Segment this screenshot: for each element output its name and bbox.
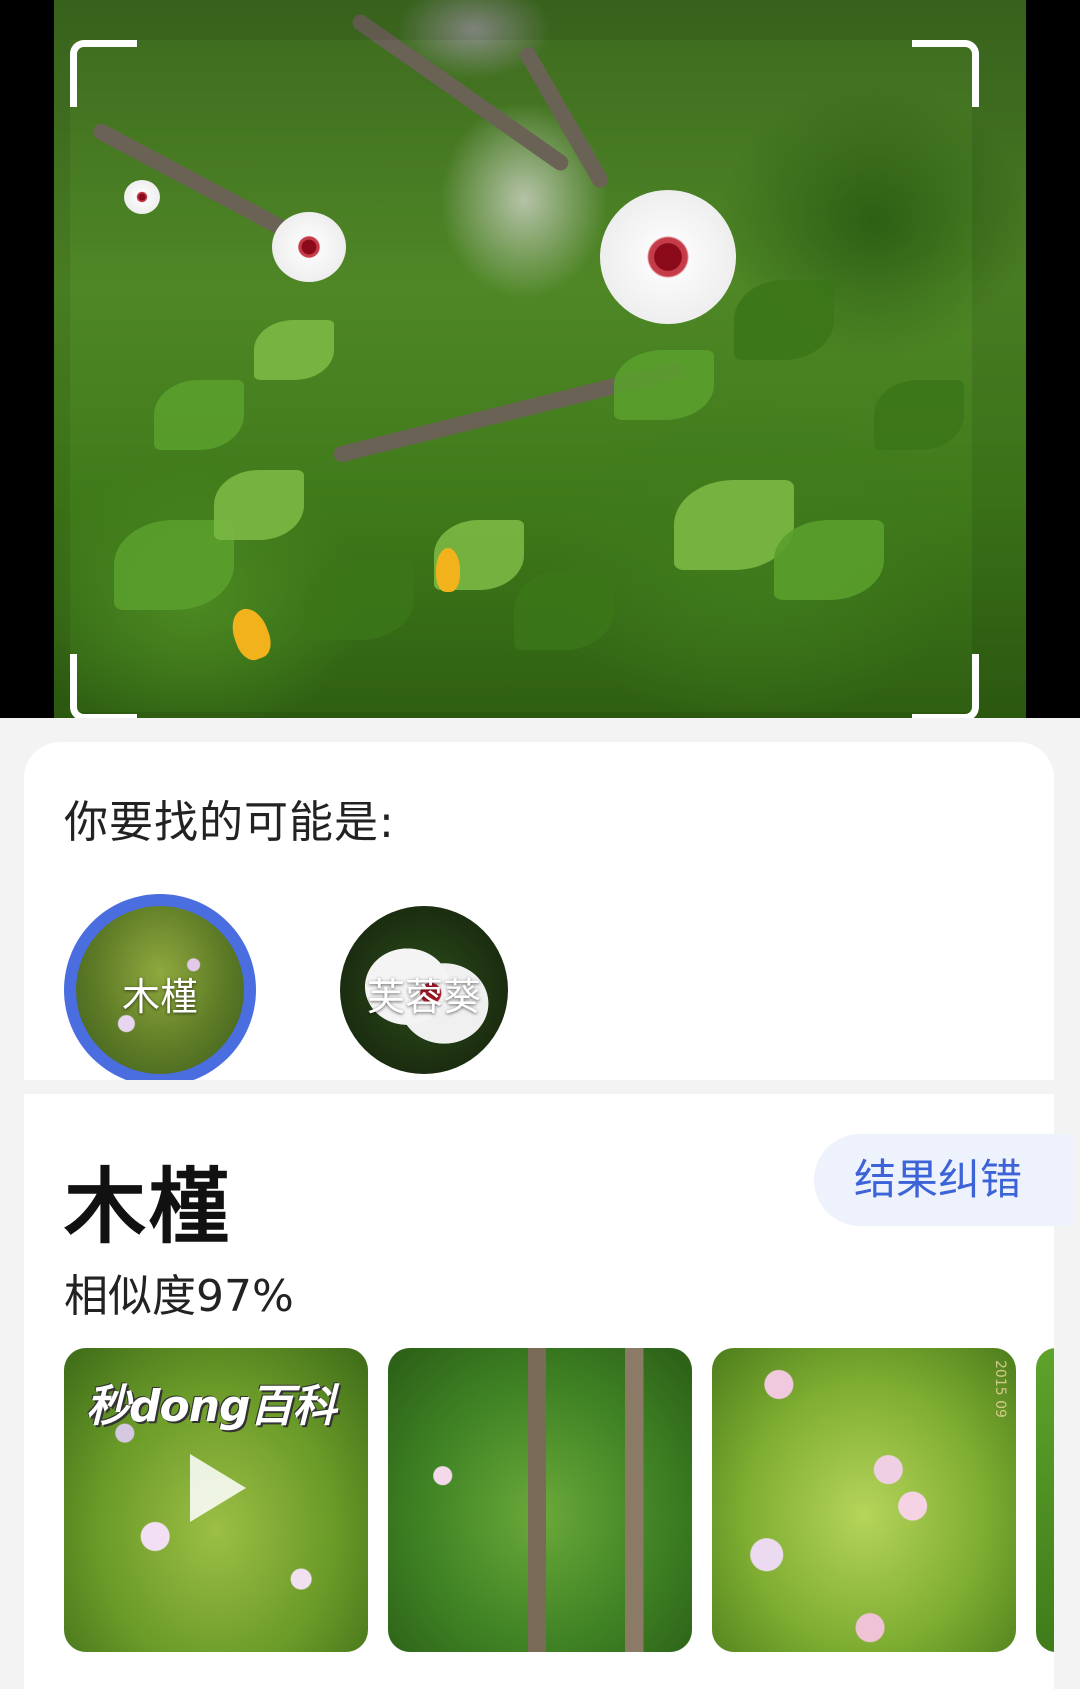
result-sheet: 你要找的可能是: 木槿 芙蓉葵 木槿 结果纠错 相似度97% 秒dong百科 2… <box>24 742 1074 1689</box>
reference-video-thumb[interactable]: 秒dong百科 <box>64 1348 368 1652</box>
scan-corner-bottom-right <box>912 654 979 718</box>
reference-image-thumb[interactable] <box>388 1348 692 1652</box>
correct-result-button[interactable]: 结果纠错 <box>814 1134 1074 1226</box>
camera-preview[interactable] <box>0 0 1080 718</box>
result-prompt: 你要找的可能是: <box>64 797 395 848</box>
candidate-furongkui[interactable]: 芙蓉葵 <box>340 906 508 1074</box>
section-divider <box>24 1080 1054 1094</box>
scan-corner-top-right <box>912 40 979 107</box>
play-icon[interactable] <box>190 1454 246 1522</box>
scan-frame <box>70 40 972 712</box>
date-stamp: 2015 09 <box>992 1360 1008 1418</box>
scan-corner-bottom-left <box>70 654 137 718</box>
candidate-label: 芙蓉葵 <box>366 975 481 1019</box>
scan-corner-top-left <box>70 40 137 107</box>
candidate-label: 木槿 <box>121 975 198 1019</box>
reference-image-thumb[interactable]: 2015 09 <box>712 1348 1016 1652</box>
similarity-score: 相似度97% <box>64 1271 294 1322</box>
candidate-mujin[interactable]: 木槿 <box>76 906 244 1074</box>
species-name: 木槿 <box>64 1160 233 1255</box>
video-brand-logo: 秒dong百科 <box>86 1381 337 1432</box>
reference-image-thumb[interactable] <box>1036 1348 1054 1652</box>
reference-images[interactable]: 秒dong百科 2015 09 <box>64 1348 1054 1658</box>
